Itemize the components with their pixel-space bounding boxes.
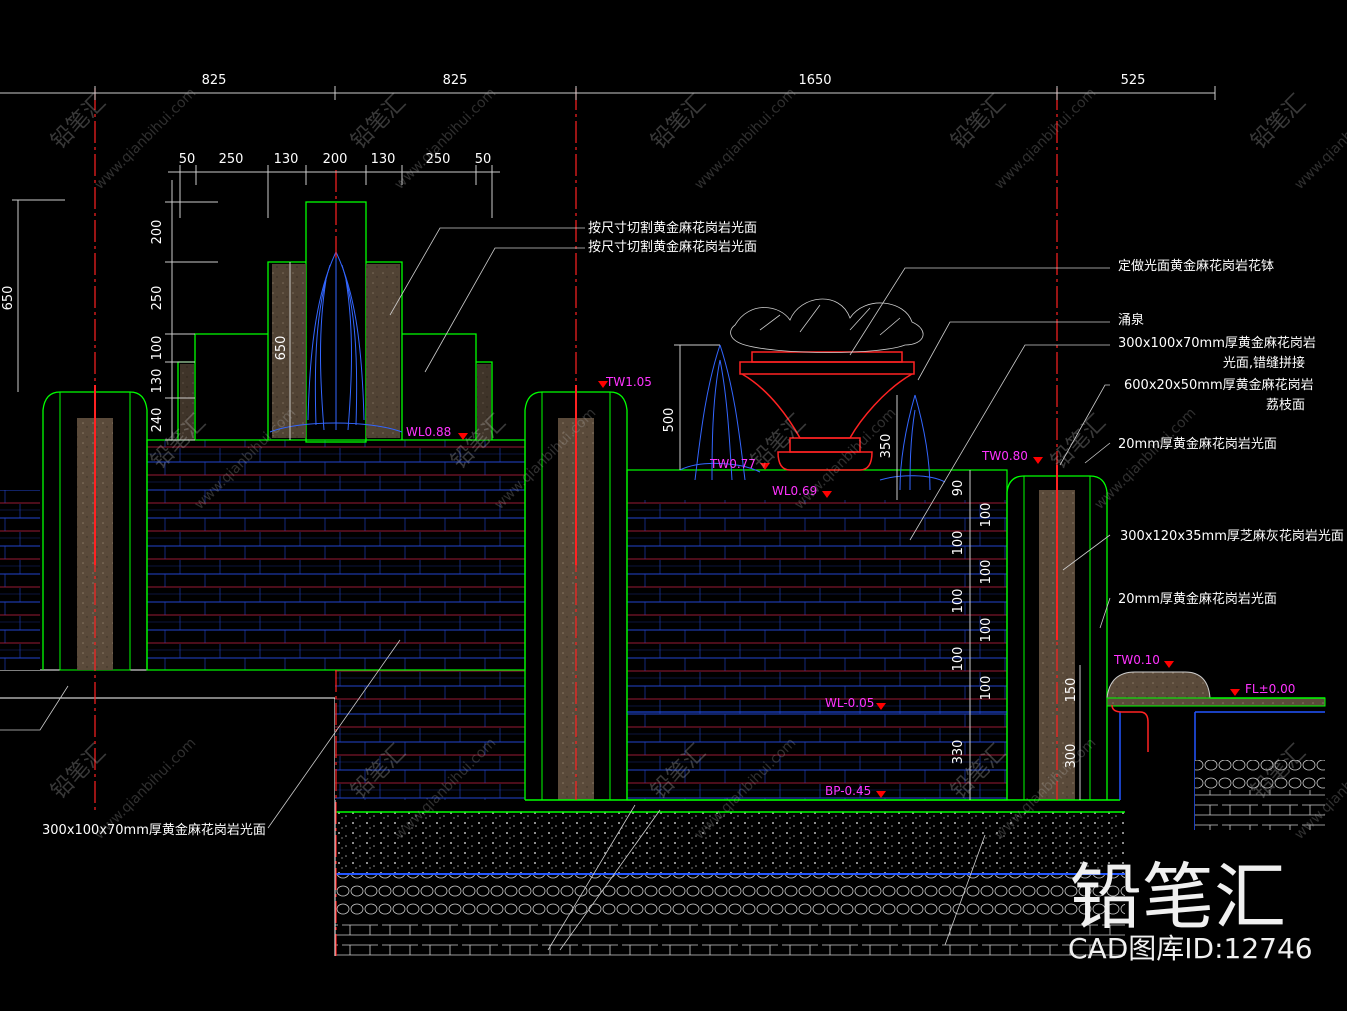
cad-drawing: 825 825 1650 525 50 250 130 200 130 250 …: [0, 73, 1347, 965]
level-fl000: FL±0.00: [1245, 682, 1295, 696]
level-wl088: WL0.88: [406, 425, 451, 439]
note-cap-2: 荔枝面: [1266, 398, 1305, 413]
dim-pillar-2: 250: [219, 152, 244, 167]
dim-right-330: 330: [951, 740, 966, 765]
dim-top-2: 825: [443, 73, 468, 88]
dim-top-4: 525: [1121, 73, 1146, 88]
fountain-pillar: [177, 201, 493, 443]
note-sesame-gray: 300x120x35mm厚芝麻灰花岗岩光面: [1120, 528, 1344, 544]
dim-inner-350: 350: [879, 434, 894, 459]
level-bp-045: BP-0.45: [825, 784, 871, 798]
dim-right-100-g: 100: [979, 676, 994, 701]
watermark-url-tile: www.qianbihui.com: [992, 85, 1100, 193]
dim-right-100-d: 100: [951, 589, 966, 614]
planter-plants: [730, 298, 924, 353]
dim-small-150: 150: [1064, 678, 1079, 703]
note-cut-granite-1: 按尺寸切割黄金麻花岗岩光面: [588, 220, 757, 236]
dim-left-650: 650: [1, 286, 16, 311]
dim-inner-500: 500: [662, 408, 677, 433]
watermark-brand-tile: 铅笔汇: [1047, 410, 1111, 474]
dim-pillar-4: 200: [323, 152, 348, 167]
watermark-brand-tile: 铅笔汇: [747, 410, 811, 474]
note-20mm-granite-1: 20mm厚黄金麻花岗岩光面: [1118, 436, 1277, 452]
level-tw010: TW0.10: [1113, 653, 1160, 667]
dim-pillar-5: 130: [371, 152, 396, 167]
note-spring: 涌泉: [1118, 312, 1144, 328]
note-planter-bowl: 定做光面黄金麻花岗岩花钵: [1118, 258, 1274, 274]
level-wl-005: WL-0.05: [825, 696, 874, 710]
watermark-url-tile: www.qianbihui.com: [692, 85, 800, 193]
watermark-url-tile: www.qianbihui.com: [92, 85, 200, 193]
note-coping-1: 300x100x70mm厚黄金麻花岗岩: [1118, 335, 1316, 351]
dim-pillar-3: 130: [274, 152, 299, 167]
dim-pillar-1: 50: [179, 152, 196, 167]
fountain-stone-right: [366, 264, 400, 438]
dim-right-90: 90: [951, 480, 966, 497]
dim-right-100-a: 100: [979, 503, 994, 528]
dim-right-100-b: 100: [951, 531, 966, 556]
wall-panel-left: [0, 490, 40, 670]
note-20mm-granite-2: 20mm厚黄金麻花岗岩光面: [1118, 591, 1277, 607]
watermark-brand-tile: 铅笔汇: [647, 90, 711, 154]
left-vertical-dimensions: 650 200 250 100 130 240: [1, 220, 165, 433]
dim-left-200: 200: [150, 220, 165, 245]
note-cut-granite-2: 按尺寸切割黄金麻花岗岩光面: [588, 239, 757, 255]
note-cap-1: 600x20x50mm厚黄金麻花岗岩: [1124, 377, 1314, 393]
watermark-brand-tile: 铅笔汇: [347, 90, 411, 154]
pillar-dimensions: 50 250 130 200 130 250 50: [179, 152, 492, 167]
dim-left-240: 240: [150, 408, 165, 433]
dim-top-1: 825: [202, 73, 227, 88]
level-tw105: TW1.05: [605, 375, 652, 389]
dim-left-130: 130: [150, 369, 165, 394]
dim-top-3: 1650: [798, 73, 831, 88]
watermark-brand-tile: 铅笔汇: [1247, 90, 1311, 154]
soil-layer: [335, 918, 1125, 956]
watermark-brand-tile: 铅笔汇: [47, 740, 111, 804]
cobble-layer: [335, 874, 1125, 918]
level-tw080: TW0.80: [981, 449, 1028, 463]
note-wall-granite: 300x100x70mm厚黄金麻花岗岩光面: [42, 822, 266, 838]
watermark-caption: CAD图库ID:12746: [1068, 932, 1313, 965]
watermark-brand-tile: 铅笔汇: [47, 90, 111, 154]
watermark-brand: 铅笔汇: [1070, 855, 1286, 939]
top-dimensions: 825 825 1650 525: [202, 73, 1146, 88]
watermark-url-tile: www.qianbihui.com: [392, 85, 500, 193]
dim-right-100-f: 100: [951, 647, 966, 672]
watermark-url-tile: www.qianbihui.com: [1092, 405, 1200, 513]
dim-left-100: 100: [150, 336, 165, 361]
dim-left-250: 250: [150, 286, 165, 311]
dim-right-100-e: 100: [979, 618, 994, 643]
note-coping-2: 光面,错缝拼接: [1223, 355, 1305, 371]
watermark-brand-tile: 铅笔汇: [947, 90, 1011, 154]
dim-pillar-7: 50: [475, 152, 492, 167]
wall-panel-1: [147, 440, 525, 670]
dim-right-100-c: 100: [979, 560, 994, 585]
dim-inner-650: 650: [274, 336, 289, 361]
